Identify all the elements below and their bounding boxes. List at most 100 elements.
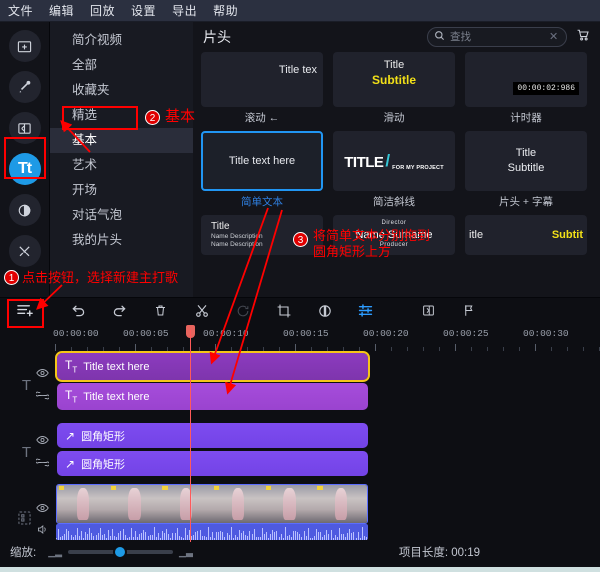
- rail-button-tools[interactable]: [8, 235, 41, 267]
- cart-icon[interactable]: [576, 28, 590, 47]
- category-item-all[interactable]: 全部: [50, 53, 193, 78]
- zoom-slider-knob[interactable]: [113, 545, 128, 559]
- link-icon[interactable]: [35, 387, 50, 405]
- page-title: 片头: [203, 29, 231, 45]
- zoom-slider[interactable]: [68, 545, 174, 559]
- timeline-ruler[interactable]: 00:00:00 00:00:05 00:00:10 00:00:15 00:0…: [53, 328, 600, 351]
- library-header: 片头 ✕: [193, 22, 600, 52]
- template-preview-title: Title: [211, 221, 230, 233]
- text-track-icon: T: [21, 443, 31, 461]
- timeline-clip-video[interactable]: [56, 484, 368, 524]
- template-caption: 滚动 ←: [244, 112, 280, 124]
- template-thumb[interactable]: 00:00:02:986: [465, 52, 587, 107]
- eye-icon[interactable]: [36, 500, 49, 518]
- template-thumb[interactable]: Title Subtitle: [333, 52, 455, 107]
- rail-button-effects[interactable]: [8, 71, 41, 103]
- rail-button-titles[interactable]: Tt: [8, 153, 41, 185]
- annotation-badge-1: 1: [4, 270, 19, 285]
- track-header-text-1: T: [0, 356, 55, 414]
- clip-label: Title text here: [83, 390, 150, 403]
- template-card-scroll[interactable]: Title tex 滚动 ←: [201, 52, 323, 125]
- crop-button[interactable]: [263, 298, 304, 328]
- track-header-text-2: T: [0, 423, 55, 481]
- timeline-clip-text-1[interactable]: TT Title text here: [55, 351, 370, 382]
- undo-button[interactable]: [58, 298, 99, 328]
- template-card-simple-text[interactable]: Title text here 简单文本: [201, 131, 323, 209]
- annotation-badge-3: 3: [293, 232, 308, 247]
- duplicate-icon: [421, 303, 436, 323]
- template-card-slide[interactable]: Title Subtitle 滑动: [333, 52, 455, 125]
- category-item-opening[interactable]: 开场: [50, 178, 193, 203]
- category-item-bubble[interactable]: 对话气泡: [50, 203, 193, 228]
- category-item-basic[interactable]: 基本: [50, 128, 193, 153]
- template-caption: 简洁斜线: [373, 196, 415, 208]
- menu-item-file[interactable]: 文件: [8, 2, 33, 19]
- sliders-icon: [357, 302, 374, 324]
- annotation-text-2: 基本: [165, 108, 196, 125]
- marker-button[interactable]: [449, 298, 490, 328]
- menu-bar: 文件 编辑 回放 设置 导出 帮助: [0, 0, 600, 22]
- category-item-art[interactable]: 艺术: [50, 153, 193, 178]
- speed-button[interactable]: [304, 298, 345, 328]
- eye-icon[interactable]: [36, 365, 49, 383]
- template-grid: Title tex 滚动 ← Title Subtitle 滑动 00:00:0…: [193, 52, 600, 255]
- project-length-label: 项目长度: 00:19: [398, 547, 480, 559]
- scissors-icon: [194, 303, 210, 324]
- search-input[interactable]: [450, 31, 544, 43]
- template-card-clean-slash[interactable]: TITLE / FOR MY PROJECT 简洁斜线: [333, 131, 455, 209]
- template-card-slide-partial[interactable]: itle Subtit: [465, 215, 587, 255]
- menu-item-export[interactable]: 导出: [172, 2, 197, 19]
- menu-item-edit[interactable]: 编辑: [49, 2, 74, 19]
- rotate-button[interactable]: [222, 298, 263, 328]
- zoom-out-icon[interactable]: ▁▂: [48, 547, 62, 558]
- flag-icon: [462, 303, 477, 323]
- template-preview-line2: Name Description: [211, 233, 263, 241]
- annotation-text-3: 将简单文本分别拖到 圆角矩形上方: [313, 228, 431, 260]
- menu-item-help[interactable]: 帮助: [213, 2, 238, 19]
- text-track-icon: T: [21, 376, 31, 394]
- ruler-label: 00:00:30: [523, 328, 569, 339]
- text-tt-icon: Tt: [17, 160, 32, 177]
- zoom-control[interactable]: ▁▂ ▁▃: [48, 545, 193, 559]
- ruler-ticks: [55, 344, 600, 351]
- template-card-title-subtitle[interactable]: Title Subtitle 片头 + 字幕: [465, 131, 587, 209]
- timeline-clip-shape-1[interactable]: ↗ 圆角矩形: [57, 423, 368, 448]
- rail-button-media[interactable]: [8, 30, 41, 62]
- search-box[interactable]: ✕: [427, 27, 567, 47]
- template-caption: 片头 + 字幕: [499, 196, 553, 208]
- template-thumb[interactable]: Title tex: [201, 52, 323, 107]
- zoom-in-icon[interactable]: ▁▃: [179, 547, 193, 558]
- template-preview-line1: Director: [381, 220, 407, 227]
- split-button[interactable]: [181, 298, 222, 328]
- category-item-my-intro[interactable]: 我的片头: [50, 228, 193, 253]
- template-caption: 滑动: [383, 112, 405, 124]
- template-card-timer[interactable]: 00:00:02:986 计时器: [465, 52, 587, 125]
- clear-search-icon[interactable]: ✕: [549, 31, 558, 43]
- template-thumb[interactable]: Title Subtitle: [465, 131, 587, 191]
- template-thumb[interactable]: itle Subtit: [465, 215, 587, 255]
- redo-icon: [111, 302, 128, 324]
- category-item-intro[interactable]: 简介视频: [50, 28, 193, 53]
- adjust-button[interactable]: [345, 298, 386, 328]
- link-icon[interactable]: [35, 454, 50, 472]
- delete-button[interactable]: [140, 298, 181, 328]
- redo-button[interactable]: [99, 298, 140, 328]
- add-track-highlight-box: [7, 299, 44, 328]
- template-preview-title: itle: [469, 229, 484, 241]
- template-caption: 简单文本: [241, 196, 283, 208]
- rail-button-color[interactable]: [8, 194, 41, 226]
- clip-label: Title text here: [83, 360, 150, 373]
- template-thumb[interactable]: TITLE / FOR MY PROJECT: [333, 131, 455, 191]
- zoom-label: 缩放:: [10, 547, 37, 559]
- rail-button-transitions[interactable]: [8, 112, 41, 144]
- timeline-clip-text-2[interactable]: TT Title text here: [57, 383, 368, 410]
- duplicate-button[interactable]: [408, 298, 449, 328]
- menu-item-playback[interactable]: 回放: [90, 2, 115, 19]
- menu-item-settings[interactable]: 设置: [131, 2, 156, 19]
- template-preview-text: Title tex: [278, 64, 317, 76]
- category-item-favorites[interactable]: 收藏夹: [50, 78, 193, 103]
- timeline-clip-shape-2[interactable]: ↗ 圆角矩形: [57, 451, 368, 476]
- eye-icon[interactable]: [36, 432, 49, 450]
- trash-icon: [153, 303, 168, 323]
- template-thumb[interactable]: Title text here: [201, 131, 323, 191]
